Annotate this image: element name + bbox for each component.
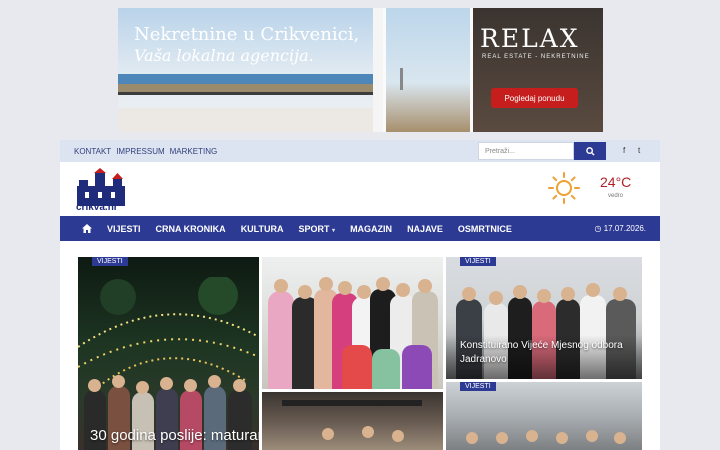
nav-item-vijesti[interactable]: VIJESTI xyxy=(107,224,141,234)
topbar-link-kontakt[interactable]: KONTAKT xyxy=(74,147,111,156)
sun-icon xyxy=(548,172,580,204)
search-icon xyxy=(585,146,595,156)
current-date: ◷ 17.07.2026. xyxy=(595,224,646,233)
string-lights-photo xyxy=(78,277,259,387)
home-icon xyxy=(82,224,92,233)
category-badge[interactable]: VIJESTI xyxy=(460,382,496,391)
topbar-link-impressum[interactable]: IMPRESSUM xyxy=(116,147,164,156)
ad-photo-door xyxy=(383,8,473,132)
header: crikva.hr 24°C vedro xyxy=(60,162,660,216)
featured-articles: VIJESTI 30 godina poslije: maturanti (HT… xyxy=(60,241,660,450)
search-button[interactable] xyxy=(574,142,606,160)
ad-brand-subtitle: REAL ESTATE - NEKRETNINE xyxy=(482,54,590,60)
category-badge[interactable]: VIJESTI xyxy=(460,257,496,266)
top-bar: KONTAKT IMPRESSUM MARKETING Pretraži... … xyxy=(60,140,660,162)
article-card-council[interactable]: VIJESTI Konstituirano Vijeće Mjesnog odb… xyxy=(446,257,642,379)
weather-temperature: 24°C xyxy=(600,174,632,190)
nav-item-osmrtnice[interactable]: OSMRTNICE xyxy=(458,224,512,234)
ad-headline: Nekretnine u Crikvenici, xyxy=(134,24,360,45)
ad-cta-button[interactable]: Pogledaj ponudu xyxy=(491,88,578,108)
current-date-text: 17.07.2026. xyxy=(603,224,646,233)
ad-brand-logo: RELAX xyxy=(480,24,580,53)
article-title[interactable]: Konstituirano Vijeće Mjesnog odbora Jadr… xyxy=(460,339,640,367)
twitter-icon[interactable]: t xyxy=(638,146,640,155)
site-logo-text[interactable]: crikva.hr xyxy=(76,202,118,213)
topbar-link-marketing[interactable]: MARKETING xyxy=(170,147,218,156)
nav-item-crna-kronika[interactable]: CRNA KRONIKA xyxy=(156,224,226,234)
article-card-main[interactable]: VIJESTI 30 godina poslije: maturanti (HT… xyxy=(78,257,259,450)
nav-item-najave[interactable]: NAJAVE xyxy=(407,224,443,234)
article-card-photo-group[interactable] xyxy=(262,257,443,389)
article-card-photo-restaurant[interactable] xyxy=(262,392,443,450)
ad-photo-coast xyxy=(118,84,378,92)
nav-item-sport-label: SPORT xyxy=(298,223,330,234)
main-nav: VIJESTI CRNA KRONIKA KULTURA SPORT ▾ MAG… xyxy=(60,216,660,241)
ad-photo-floor xyxy=(118,108,378,132)
ad-photo-door-frame xyxy=(373,8,383,132)
ad-photo-railing xyxy=(118,92,378,95)
chevron-down-icon: ▾ xyxy=(332,227,336,234)
article-title[interactable]: 30 godina poslije: maturanti (HTT) SŠ dr… xyxy=(90,427,259,444)
clock-icon: ◷ xyxy=(594,224,602,233)
search-input[interactable]: Pretraži... xyxy=(478,142,574,160)
nav-item-magazin[interactable]: MAGAZIN xyxy=(350,224,392,234)
weather-condition: vedro xyxy=(608,193,624,199)
ad-banner[interactable]: Nekretnine u Crikvenici, Vaša lokalna ag… xyxy=(118,8,603,132)
article-card-officials[interactable]: VIJESTI xyxy=(446,382,642,450)
nav-item-kultura[interactable]: KULTURA xyxy=(241,224,284,234)
nav-item-sport[interactable]: SPORT ▾ xyxy=(299,224,336,234)
facebook-icon[interactable]: f xyxy=(623,146,625,155)
ad-subheadline: Vaša lokalna agencija. xyxy=(134,46,314,65)
nav-home[interactable] xyxy=(82,224,92,233)
category-badge[interactable]: VIJESTI xyxy=(92,257,128,266)
